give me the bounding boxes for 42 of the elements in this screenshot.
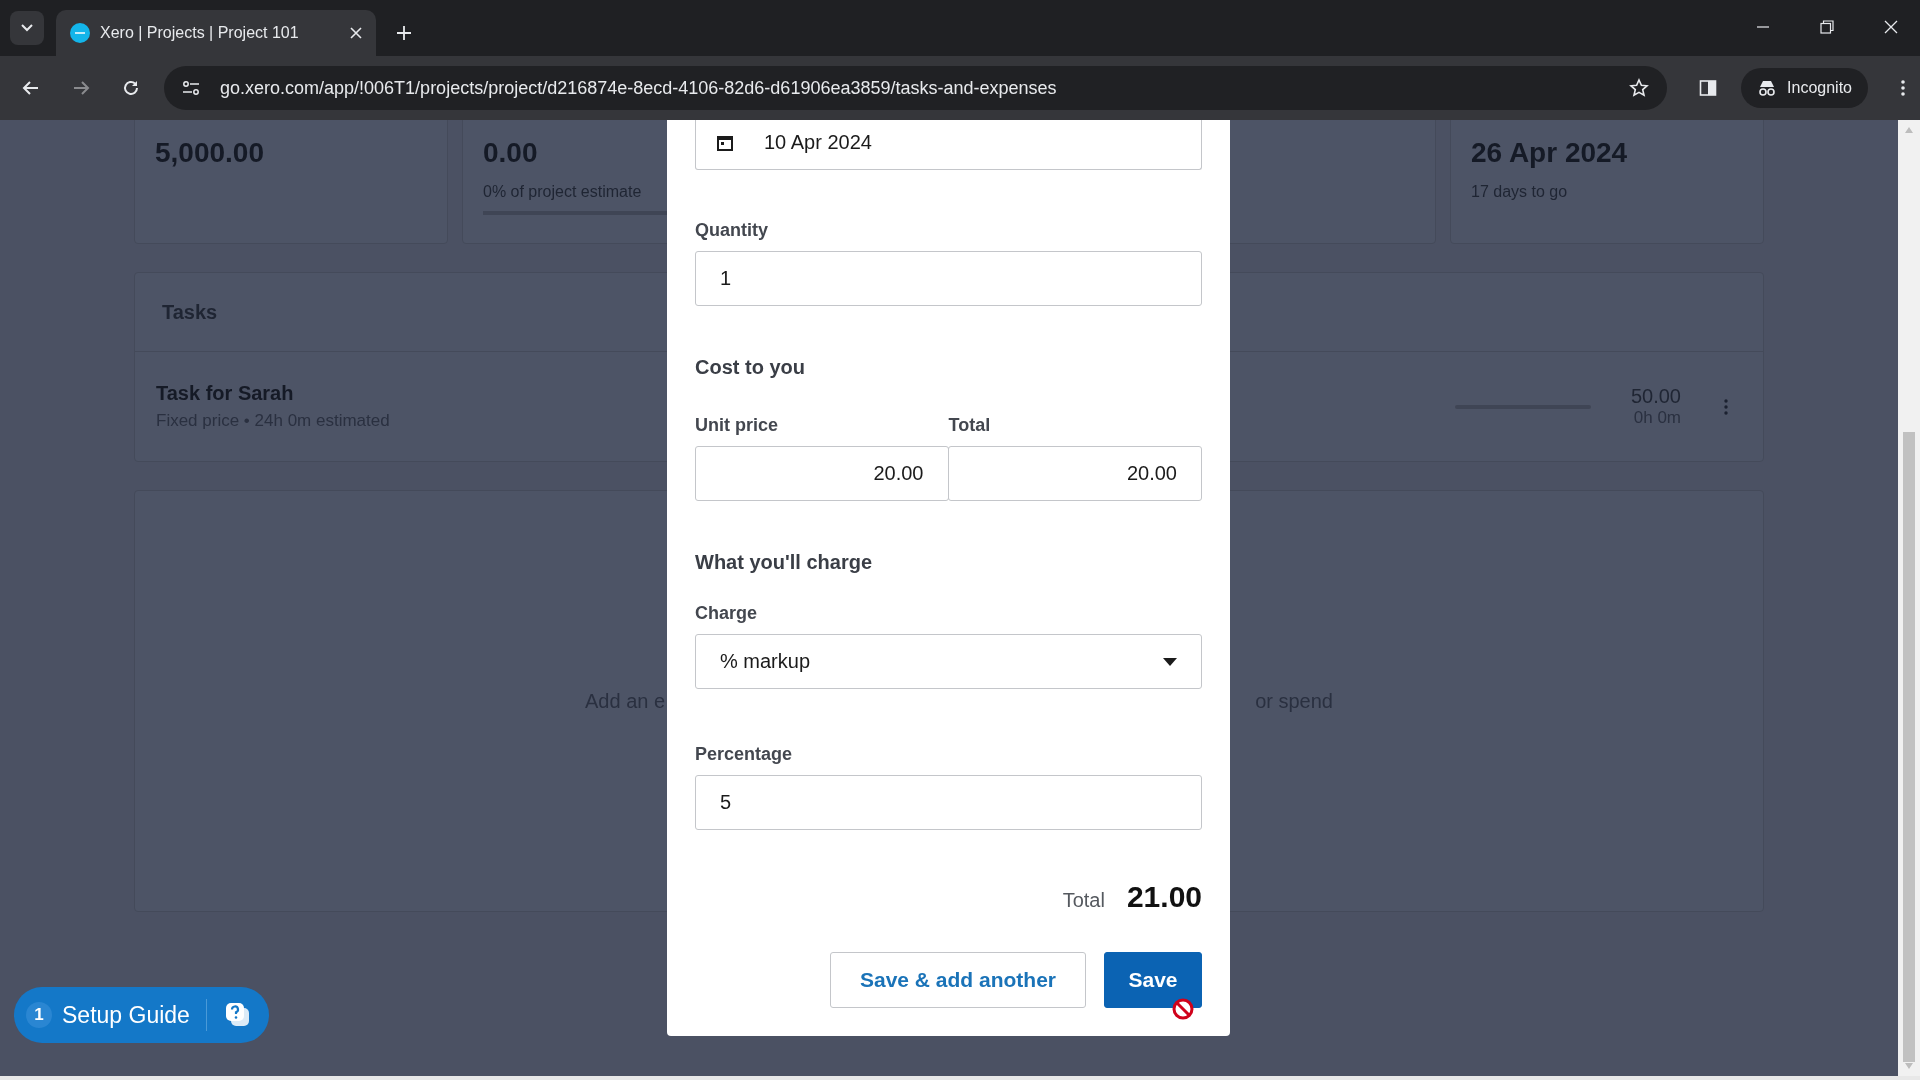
- forward-arrow-icon[interactable]: [72, 79, 90, 97]
- setup-guide-button[interactable]: 1 Setup Guide: [14, 987, 269, 1043]
- date-field[interactable]: 10 Apr 2024: [695, 120, 1202, 170]
- restore-icon[interactable]: [1820, 20, 1834, 34]
- calendar-icon: [716, 133, 734, 152]
- new-tab-icon[interactable]: [396, 25, 412, 41]
- field-label: Total: [948, 415, 992, 436]
- site-settings-icon[interactable]: [182, 79, 200, 97]
- card-value: 0.00: [483, 137, 538, 169]
- section-heading: What you'll charge: [695, 551, 873, 574]
- field-label: Charge: [695, 603, 758, 624]
- count-badge: 1: [26, 1002, 52, 1028]
- incognito-profile-button[interactable]: Incognito: [1741, 68, 1868, 108]
- card-value: 5,000.00: [155, 137, 264, 169]
- close-icon[interactable]: [1884, 20, 1898, 34]
- card-value: 26 Apr 2024: [1471, 137, 1628, 169]
- side-panel-icon[interactable]: [1699, 79, 1718, 97]
- bookmark-star-icon[interactable]: [1629, 78, 1650, 98]
- incognito-icon: [1757, 79, 1778, 97]
- total-field[interactable]: 20.00: [947, 446, 1202, 501]
- menu-icon[interactable]: [1900, 79, 1906, 97]
- section-heading: Cost to you: [695, 356, 806, 379]
- total-value: 21.00: [1126, 880, 1202, 914]
- back-arrow-icon[interactable]: [22, 79, 40, 97]
- total-label: Total: [1062, 889, 1105, 912]
- save-button[interactable]: Save: [1104, 952, 1202, 1008]
- unit-price-field[interactable]: 20.00: [695, 446, 949, 501]
- field-label: Quantity: [695, 220, 769, 241]
- address-bar[interactable]: go.xero.com/app/!006T1/projects/project/d216874e-8ecd-4106-82d6-d61906ea3859/tasks-and-expenses: [164, 66, 1668, 110]
- browser-tab[interactable]: Xero | Projects | Project 101: [56, 10, 376, 56]
- save-and-add-button[interactable]: Save & add another: [830, 952, 1086, 1008]
- percentage-field[interactable]: 5: [695, 775, 1202, 830]
- chevron-down-icon: [21, 24, 33, 32]
- field-label: Percentage: [695, 744, 794, 765]
- not-allowed-cursor-icon: [1172, 998, 1194, 1020]
- reload-icon[interactable]: [122, 79, 140, 97]
- field-label: Unit price: [695, 415, 779, 436]
- tab-search-button[interactable]: [10, 11, 44, 45]
- charge-dropdown[interactable]: % markup: [695, 634, 1202, 689]
- quantity-field[interactable]: 1: [695, 251, 1202, 306]
- dropdown-caret-icon: [1163, 657, 1177, 666]
- close-icon[interactable]: [350, 27, 362, 39]
